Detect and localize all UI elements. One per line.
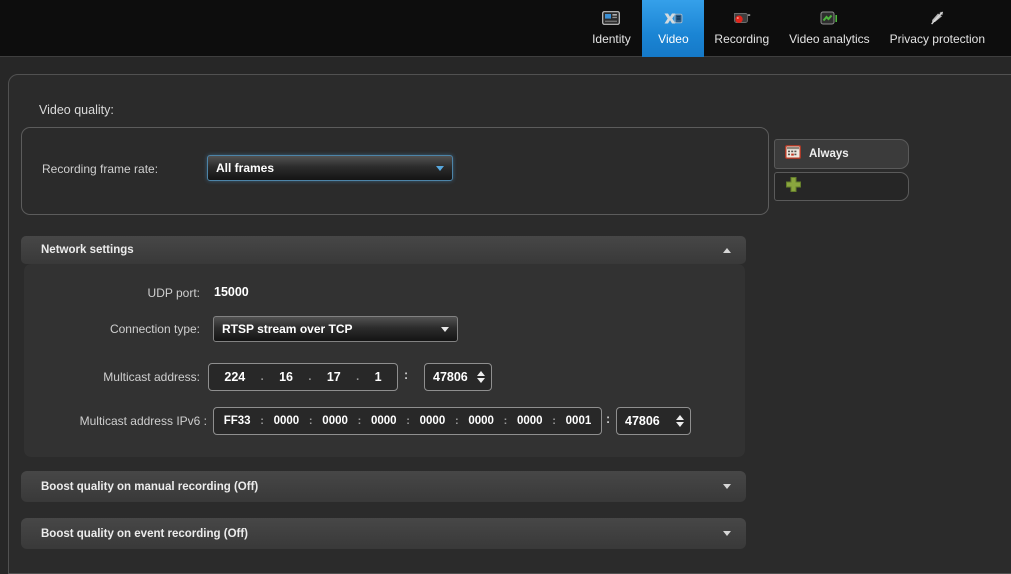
ip-colon-separator: :: [552, 415, 556, 427]
ipv4-segment[interactable]: 1: [375, 370, 382, 384]
spinner-arrows-icon[interactable]: [477, 371, 485, 383]
plus-icon: [785, 176, 802, 198]
top-tab-bar: Identity Video: [0, 0, 1011, 57]
tab-label: Identity: [592, 32, 631, 46]
ipv6-port-value[interactable]: 47806: [625, 414, 676, 428]
content-panel: Video quality: Recording frame rate: All…: [8, 74, 1011, 574]
privacy-protection-icon: [929, 8, 945, 28]
network-settings-body: UDP port: 15000 Connection type: RTSP st…: [24, 264, 745, 457]
recording-frame-rate-label: Recording frame rate:: [42, 162, 158, 176]
ip-colon-separator: :: [358, 415, 362, 427]
boost-event-recording-title: Boost quality on event recording (Off): [41, 528, 248, 540]
calendar-icon: [785, 144, 801, 164]
ipv6-segment[interactable]: FF33: [224, 415, 251, 427]
collapse-arrow-icon[interactable]: [723, 248, 731, 253]
udp-port-value: 15000: [214, 285, 249, 299]
ipv4-segment[interactable]: 17: [327, 370, 341, 384]
network-settings-header[interactable]: Network settings: [21, 236, 746, 264]
multicast-ipv6-input[interactable]: FF33 : 0000 : 0000 : 0000 : 0000 : 0000 …: [213, 407, 602, 435]
tab-video-analytics[interactable]: Video analytics: [779, 0, 880, 57]
udp-port-label: UDP port:: [24, 286, 200, 300]
tab-recording[interactable]: Recording: [704, 0, 779, 57]
ip-dot-separator: .: [356, 371, 359, 383]
tab-privacy-protection[interactable]: Privacy protection: [880, 0, 995, 57]
ipv6-segment[interactable]: 0000: [322, 415, 348, 427]
ipv6-segment[interactable]: 0000: [517, 415, 543, 427]
connection-type-label: Connection type:: [24, 322, 200, 336]
ipv4-segment[interactable]: 16: [279, 370, 293, 384]
chevron-down-icon: [441, 327, 449, 332]
recording-frame-rate-dropdown[interactable]: All frames: [207, 155, 453, 181]
tab-label: Recording: [714, 32, 769, 46]
ipv4-segment[interactable]: 224: [224, 370, 245, 384]
port-colon-separator: :: [404, 368, 408, 382]
ip-colon-separator: :: [260, 415, 264, 427]
boost-manual-recording-header[interactable]: Boost quality on manual recording (Off): [21, 471, 746, 502]
multicast-ipv4-port-spinner[interactable]: 47806: [424, 363, 492, 391]
multicast-address-ipv6-label: Multicast address IPv6 :: [24, 414, 207, 428]
spinner-down-icon[interactable]: [477, 378, 485, 383]
add-schedule-button[interactable]: [774, 172, 909, 201]
ipv6-segment[interactable]: 0001: [566, 415, 592, 427]
multicast-ipv6-port-spinner[interactable]: 47806: [616, 407, 691, 435]
expand-arrow-icon[interactable]: [723, 484, 731, 489]
connection-type-value: RTSP stream over TCP: [222, 322, 353, 336]
tab-label: Privacy protection: [890, 32, 985, 46]
schedule-tab-always[interactable]: Always: [774, 139, 909, 169]
recording-frame-rate-value: All frames: [216, 161, 274, 175]
multicast-ipv4-input[interactable]: 224 . 16 . 17 . 1: [208, 363, 398, 391]
multicast-address-label: Multicast address:: [24, 370, 200, 384]
tab-strip: Identity Video: [580, 0, 995, 57]
recording-icon: [732, 8, 751, 28]
ipv6-segment[interactable]: 0000: [371, 415, 397, 427]
spinner-up-icon[interactable]: [477, 371, 485, 376]
ip-dot-separator: .: [261, 371, 264, 383]
chevron-down-icon: [436, 166, 444, 171]
identity-icon: [602, 8, 620, 28]
video-icon: [663, 8, 683, 28]
tab-label: Video analytics: [789, 32, 870, 46]
video-quality-section-label: Video quality:: [39, 103, 114, 117]
tab-label: Video: [658, 32, 688, 46]
spinner-down-icon[interactable]: [676, 422, 684, 427]
spinner-up-icon[interactable]: [676, 415, 684, 420]
ip-colon-separator: :: [455, 415, 459, 427]
video-analytics-icon: [820, 8, 838, 28]
video-quality-box: Recording frame rate: All frames: [21, 127, 769, 215]
ipv6-segment[interactable]: 0000: [420, 415, 446, 427]
ip-colon-separator: :: [309, 415, 313, 427]
network-settings-title: Network settings: [41, 244, 134, 256]
ip-dot-separator: .: [308, 371, 311, 383]
ipv6-segment[interactable]: 0000: [274, 415, 300, 427]
schedule-always-label: Always: [809, 148, 849, 160]
boost-manual-recording-title: Boost quality on manual recording (Off): [41, 481, 258, 493]
tab-identity[interactable]: Identity: [580, 0, 642, 57]
spinner-arrows-icon[interactable]: [676, 415, 684, 427]
expand-arrow-icon[interactable]: [723, 531, 731, 536]
ip-colon-separator: :: [504, 415, 508, 427]
tab-video[interactable]: Video: [642, 0, 704, 57]
boost-event-recording-header[interactable]: Boost quality on event recording (Off): [21, 518, 746, 549]
connection-type-dropdown[interactable]: RTSP stream over TCP: [213, 316, 458, 342]
ipv4-port-value[interactable]: 47806: [433, 370, 477, 384]
port-colon-separator: :: [606, 412, 610, 426]
ip-colon-separator: :: [406, 415, 410, 427]
ipv6-segment[interactable]: 0000: [468, 415, 494, 427]
